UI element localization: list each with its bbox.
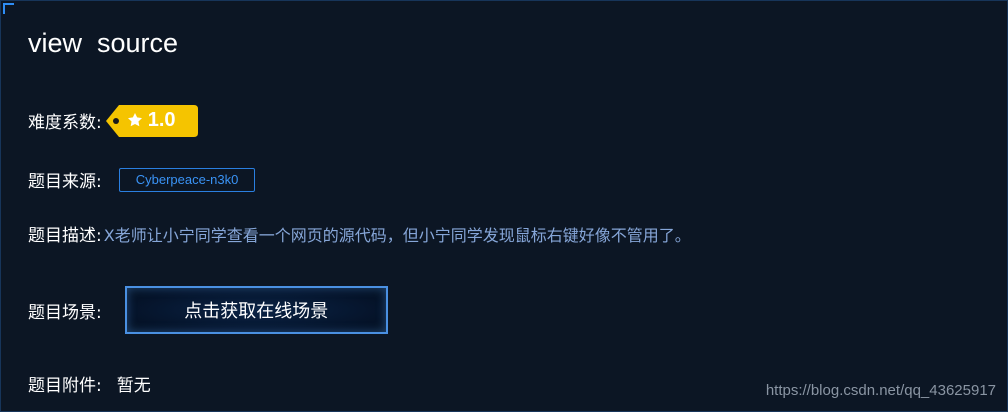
difficulty-badge: 1.0: [105, 104, 199, 137]
source-label: 题目来源:: [28, 172, 102, 192]
attachment-label: 题目附件:: [28, 376, 102, 396]
challenge-title: view source: [28, 28, 179, 58]
difficulty-value: 1.0: [147, 109, 176, 131]
difficulty-row: 难度系数: 1.0: [28, 104, 199, 137]
scene-label: 题目场景:: [28, 302, 102, 323]
description-text: X老师让小宁同学查看一个网页的源代码，但小宁同学发现鼠标右键好像不管用了。: [103, 225, 691, 245]
source-tag[interactable]: Cyberpeace-n3k0: [118, 167, 256, 192]
get-online-scene-button[interactable]: 点击获取在线场景: [124, 286, 388, 334]
attachment-value: 暂无: [116, 376, 151, 396]
panel-corner-accent: [3, 3, 14, 14]
difficulty-label: 难度系数:: [28, 113, 102, 133]
description-row: 题目描述: X老师让小宁同学查看一个网页的源代码，但小宁同学发现鼠标右键好像不管…: [28, 221, 691, 247]
star-icon: [127, 113, 142, 127]
watermark-text: https://blog.csdn.net/qq_43625917: [765, 382, 996, 399]
challenge-panel: view source 难度系数: 1.0 题目来源: Cyberpeace-n…: [0, 0, 1008, 412]
description-label: 题目描述:: [28, 226, 102, 246]
scene-row: 题目场景: 点击获取在线场景: [28, 286, 388, 334]
source-row: 题目来源: Cyberpeace-n3k0: [28, 167, 256, 192]
attachment-row: 题目附件: 暂无: [28, 371, 151, 396]
